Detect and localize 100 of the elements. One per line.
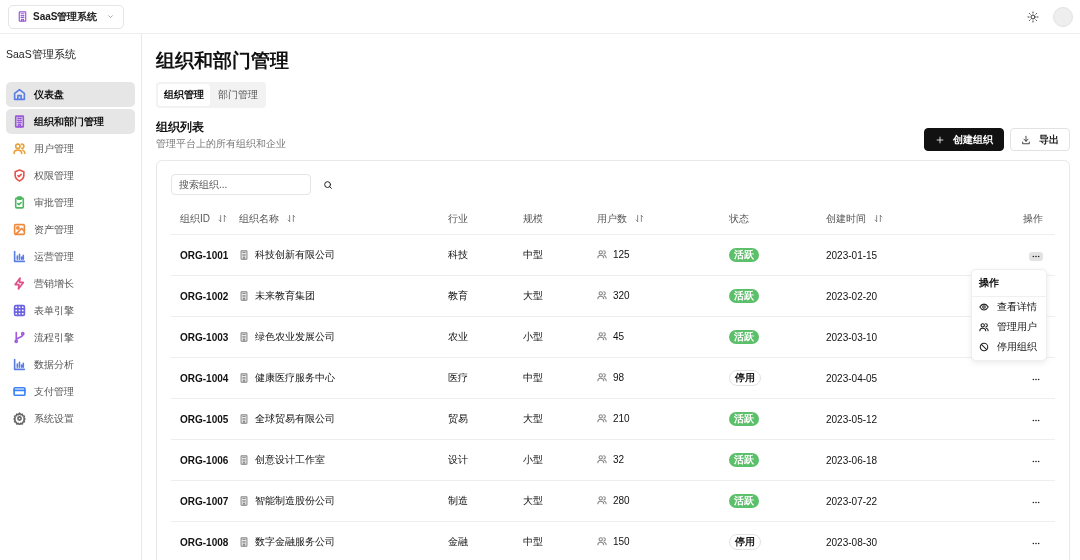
ellipsis-icon <box>1032 255 1040 258</box>
created-date: 2023-08-30 <box>826 536 878 548</box>
column-header: 行业 <box>448 212 468 224</box>
sidebar-item[interactable]: 数据分析 <box>6 352 135 377</box>
sidebar-item[interactable]: 组织和部门管理 <box>6 109 135 134</box>
industry: 医疗 <box>448 372 468 383</box>
org-id: ORG-1008 <box>180 536 229 548</box>
column-header: 组织ID <box>180 212 210 224</box>
sidebar-item[interactable]: 表单引擎 <box>6 298 135 323</box>
status-badge: 停用 <box>729 370 761 386</box>
sidebar-item[interactable]: 仪表盘 <box>6 82 135 107</box>
sidebar-item[interactable]: 系统设置 <box>6 406 135 431</box>
column-header: 创建时间 <box>826 212 866 224</box>
created-date: 2023-07-22 <box>826 495 878 507</box>
status-badge: 活跃 <box>729 289 759 303</box>
sidebar-item[interactable]: 营销增长 <box>6 271 135 296</box>
industry: 设计 <box>448 454 468 465</box>
org-id: ORG-1003 <box>180 331 229 343</box>
building-icon <box>239 291 249 301</box>
building-icon <box>239 414 249 424</box>
sort-icon[interactable] <box>218 213 227 223</box>
industry: 贸易 <box>448 413 468 424</box>
org-name: 数字金融服务公司 <box>255 535 335 549</box>
org-id: ORG-1004 <box>180 372 229 384</box>
org-name: 科技创新有限公司 <box>255 248 335 262</box>
users-icon <box>597 536 607 547</box>
users-icon <box>597 454 607 465</box>
ellipsis-icon <box>1032 501 1040 504</box>
status-badge: 活跃 <box>729 412 759 426</box>
org-name: 健康医疗服务中心 <box>255 371 335 385</box>
menu-item[interactable]: 停用组织 <box>972 337 1046 357</box>
org-id: ORG-1001 <box>180 249 229 261</box>
sun-icon[interactable] <box>1027 10 1039 23</box>
org-name: 全球贸易有限公司 <box>255 412 335 426</box>
building-icon <box>239 496 249 506</box>
org-name: 未来教育集团 <box>255 289 315 303</box>
users-icon <box>979 322 989 332</box>
org-id: ORG-1007 <box>180 495 229 507</box>
users-icon <box>597 331 607 342</box>
status-badge: 停用 <box>729 534 761 550</box>
section-title: 组织列表 <box>156 120 205 135</box>
chevron-down-icon <box>106 12 115 21</box>
sort-icon[interactable] <box>287 213 296 223</box>
sort-icon[interactable] <box>874 213 883 223</box>
section-subtitle: 管理平台上的所有组织和企业 <box>156 137 286 151</box>
tab[interactable]: 部门管理 <box>212 84 264 106</box>
users-icon <box>597 290 607 301</box>
industry: 金融 <box>448 536 468 547</box>
column-header: 操作 <box>1023 212 1043 224</box>
search-icon[interactable] <box>323 179 333 190</box>
search-field[interactable]: 搜索组织... <box>171 174 311 195</box>
export-button[interactable]: 导出 <box>1010 128 1070 151</box>
industry: 制造 <box>448 495 468 506</box>
page-title: 组织和部门管理 <box>156 49 290 73</box>
sidebar-item[interactable]: 审批管理 <box>6 190 135 215</box>
column-header: 状态 <box>729 212 749 224</box>
sidebar-item[interactable]: 资产管理 <box>6 217 135 242</box>
sidebar-item[interactable]: 权限管理 <box>6 163 135 188</box>
menu-title: 操作 <box>972 270 1046 297</box>
download-icon <box>1021 134 1031 145</box>
user-count: 280 <box>613 494 630 506</box>
size: 大型 <box>523 495 543 506</box>
created-date: 2023-06-18 <box>826 454 878 466</box>
size: 大型 <box>523 413 543 424</box>
ellipsis-icon <box>1032 419 1040 422</box>
sidebar-item[interactable]: 支付管理 <box>6 379 135 404</box>
column-header: 用户数 <box>597 212 627 224</box>
user-count: 45 <box>613 330 625 342</box>
sidebar-item[interactable]: 流程引擎 <box>6 325 135 350</box>
industry: 教育 <box>448 290 468 301</box>
ellipsis-icon <box>1032 542 1040 545</box>
create-button[interactable]: 创建组织 <box>924 128 1004 151</box>
user-count: 32 <box>613 453 625 465</box>
org-name: 智能制造股份公司 <box>255 494 335 508</box>
status-badge: 活跃 <box>729 330 759 344</box>
menu-item[interactable]: 管理用户 <box>972 317 1046 337</box>
industry: 农业 <box>448 331 468 342</box>
user-count: 150 <box>613 535 630 547</box>
size: 小型 <box>523 331 543 342</box>
building-icon <box>17 11 28 22</box>
created-date: 2023-01-15 <box>826 249 878 261</box>
user-count: 125 <box>613 248 630 260</box>
sidebar-item[interactable]: 运营管理 <box>6 244 135 269</box>
ellipsis-icon <box>1032 460 1040 463</box>
sort-icon[interactable] <box>635 213 644 223</box>
menu-item[interactable]: 查看详情 <box>972 297 1046 317</box>
more-button[interactable] <box>1029 252 1043 261</box>
user-count: 320 <box>613 289 630 301</box>
size: 小型 <box>523 454 543 465</box>
app-switcher[interactable]: SaaS管理系统 <box>8 4 124 29</box>
tab[interactable]: 组织管理 <box>158 84 210 106</box>
size: 中型 <box>523 372 543 383</box>
sidebar-item[interactable]: 用户管理 <box>6 136 135 161</box>
status-badge: 活跃 <box>729 248 759 262</box>
size: 大型 <box>523 290 543 301</box>
sidebar-title: SaaS管理系统 <box>6 48 77 62</box>
created-date: 2023-04-05 <box>826 372 878 384</box>
org-id: ORG-1006 <box>180 454 229 466</box>
column-header: 规模 <box>523 212 543 224</box>
size: 中型 <box>523 536 543 547</box>
